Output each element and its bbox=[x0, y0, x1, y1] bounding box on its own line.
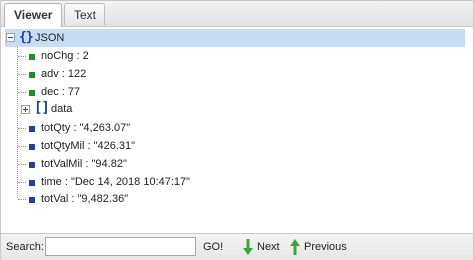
tab-viewer[interactable]: Viewer bbox=[4, 3, 62, 27]
array-bracket-icon: [] bbox=[34, 100, 50, 116]
tree-connector bbox=[18, 128, 26, 129]
tree-node-totval[interactable]: totVal : "9,482.36" bbox=[27, 191, 267, 208]
tree-node-totvalmil[interactable]: totValMil : "94.82" bbox=[27, 156, 267, 173]
next-label: Next bbox=[257, 241, 280, 253]
json-viewer-panel: Viewer Text {} JSON noChg : 2 adv : 122 … bbox=[0, 0, 474, 260]
tree-connector bbox=[18, 56, 26, 57]
tree-node-label: data bbox=[51, 103, 73, 115]
tree-node-label: totVal : "9,482.36" bbox=[41, 193, 129, 205]
tree-node-label: totValMil : "94.82" bbox=[41, 158, 127, 170]
tree-connector bbox=[18, 182, 26, 183]
tree-node-data[interactable]: [] data bbox=[21, 100, 221, 118]
string-leaf-icon bbox=[29, 162, 35, 168]
tree-connector bbox=[17, 45, 18, 198]
search-label: Search: bbox=[6, 241, 44, 253]
tree-node-label: noChg : 2 bbox=[41, 50, 89, 62]
tree-node-adv[interactable]: adv : 122 bbox=[27, 66, 227, 83]
tree-node-time[interactable]: time : "Dec 14, 2018 10:47:17" bbox=[27, 174, 287, 191]
string-leaf-icon bbox=[29, 126, 35, 132]
tab-text[interactable]: Text bbox=[64, 3, 105, 25]
tree-connector bbox=[18, 199, 26, 200]
tree-node-totqty[interactable]: totQty : "4,263.07" bbox=[27, 120, 267, 137]
collapse-toggle-icon[interactable] bbox=[6, 33, 15, 42]
tree-node-label: dec : 77 bbox=[41, 86, 81, 98]
number-leaf-icon bbox=[29, 54, 35, 60]
previous-label: Previous bbox=[304, 241, 347, 253]
tree-node-dec[interactable]: dec : 77 bbox=[27, 84, 227, 101]
string-leaf-icon bbox=[29, 197, 35, 203]
tab-strip: Viewer Text bbox=[1, 1, 473, 27]
object-brace-icon: {} bbox=[19, 30, 34, 45]
tree-connector bbox=[18, 146, 26, 147]
json-tree: {} JSON noChg : 2 adv : 122 dec : 77 [] … bbox=[1, 27, 473, 232]
tree-node-label: totQtyMil : "426.31" bbox=[41, 140, 136, 152]
tree-connector bbox=[18, 164, 26, 165]
tree-node-label: totQty : "4,263.07" bbox=[41, 122, 131, 134]
number-leaf-icon bbox=[29, 72, 35, 78]
search-bar: Search: GO! Next Previous bbox=[1, 233, 473, 260]
previous-button[interactable]: Previous bbox=[290, 239, 350, 255]
tree-node-label: JSON bbox=[35, 32, 65, 44]
tree-node-label: adv : 122 bbox=[41, 68, 87, 80]
tree-node-label: time : "Dec 14, 2018 10:47:17" bbox=[41, 176, 191, 188]
tree-node-nochg[interactable]: noChg : 2 bbox=[27, 48, 227, 65]
search-input[interactable] bbox=[45, 237, 196, 256]
next-button[interactable]: Next bbox=[243, 239, 283, 255]
tree-connector bbox=[18, 74, 26, 75]
tree-connector bbox=[18, 92, 26, 93]
arrow-up-icon bbox=[290, 239, 300, 255]
tree-node-totqtymil[interactable]: totQtyMil : "426.31" bbox=[27, 138, 267, 155]
number-leaf-icon bbox=[29, 90, 35, 96]
arrow-down-icon bbox=[243, 239, 253, 255]
go-button[interactable]: GO! bbox=[203, 241, 223, 253]
string-leaf-icon bbox=[29, 180, 35, 186]
string-leaf-icon bbox=[29, 144, 35, 150]
expand-toggle-icon[interactable] bbox=[21, 105, 30, 114]
tree-node-root[interactable]: {} JSON bbox=[5, 29, 465, 47]
